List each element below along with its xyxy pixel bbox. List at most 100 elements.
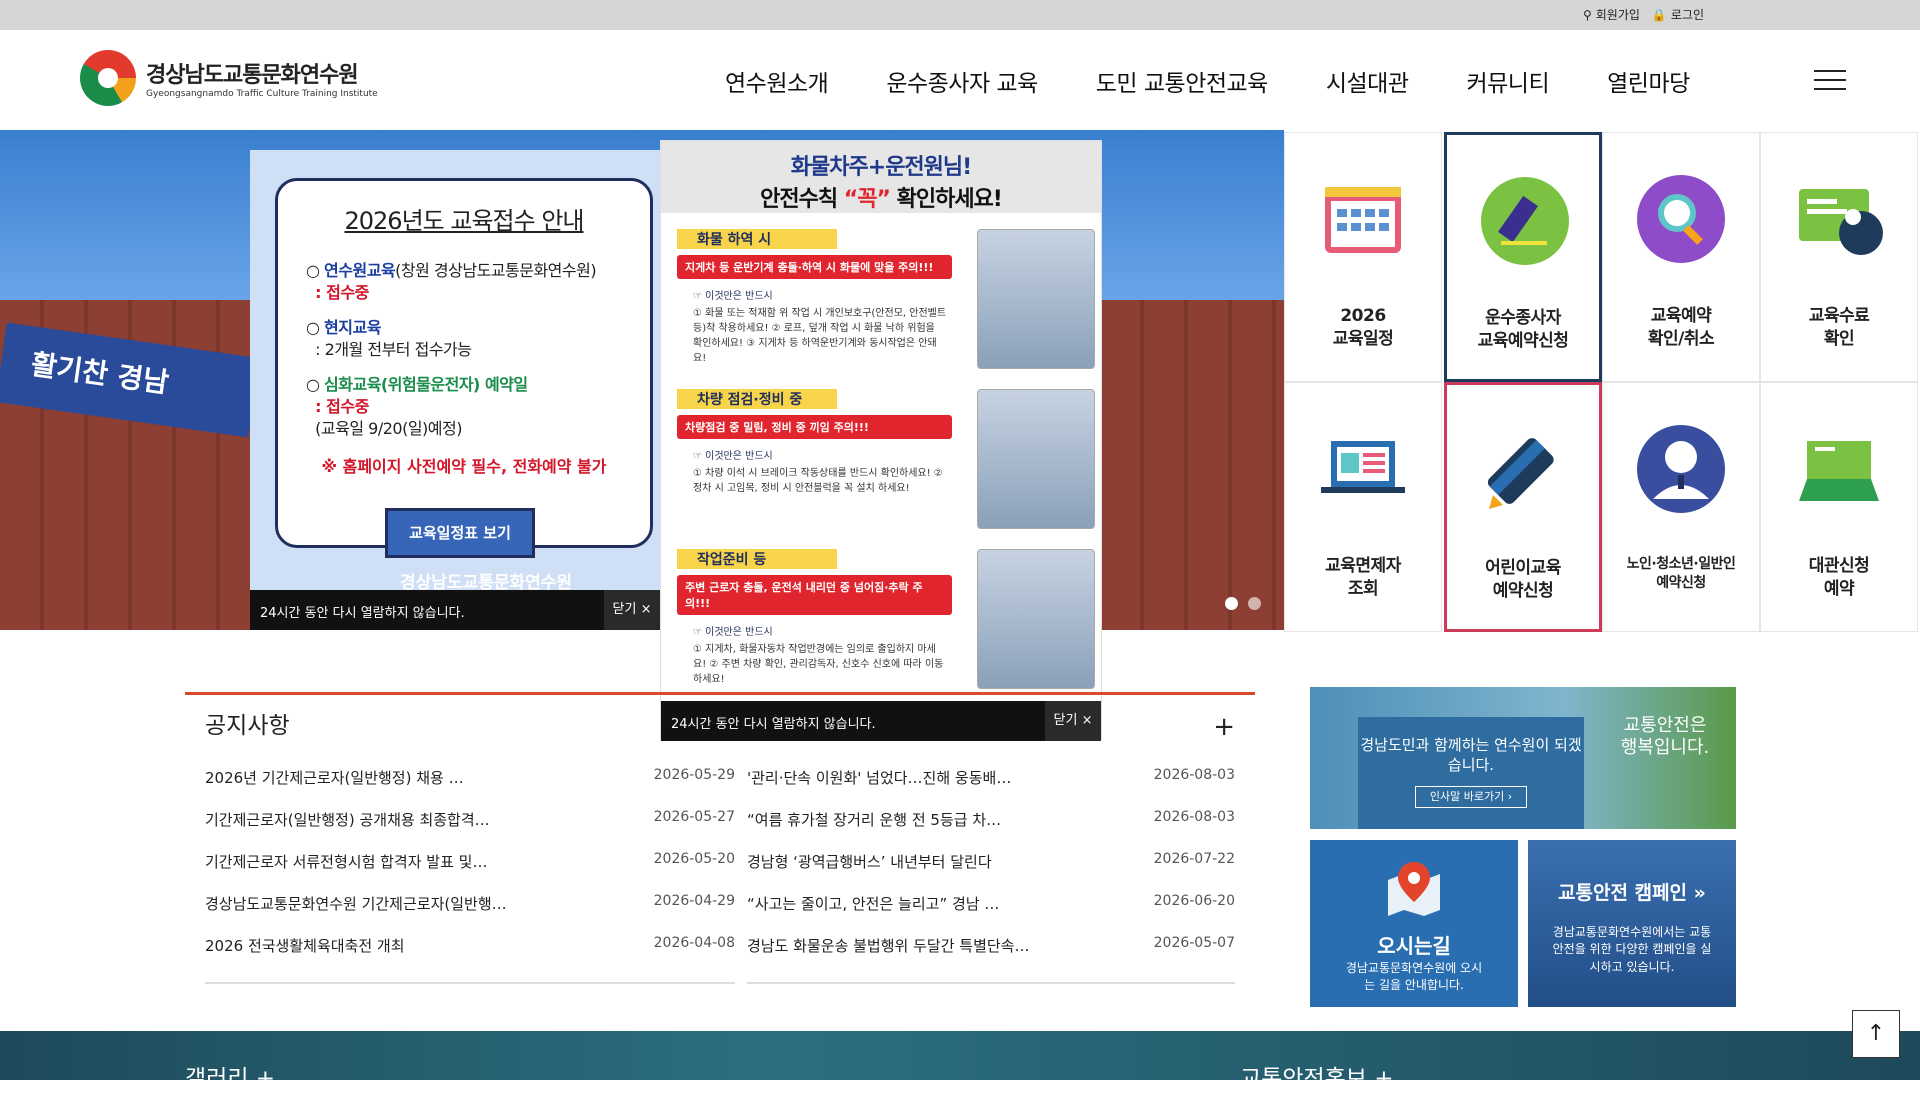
section2-illustration [977,389,1095,529]
site-header: 경상남도교통문화연수원 Gyeongsangnamdo Traffic Cult… [0,30,1920,130]
notice-card: 2026년도 교육접수 안내 ○ 연수원교육(창원 경상남도교통문화연수원) :… [275,178,653,548]
logo-subtitle: Gyeongsangnamdo Traffic Culture Training… [146,89,378,99]
directions-banner[interactable]: 오시는길 경남교통문화연수원에 오시는 길을 안내합니다. [1310,840,1518,1007]
tile-completion-check[interactable]: 교육수료 확인 [1760,132,1918,382]
head2-pre: 안전수칙 [760,187,844,212]
notice-list-right: '관리·단속 이원화' 넘었다…진해 웅동배… 2026-08-03 “여름 휴가… [747,767,1235,984]
tile-label: 교육면제자 조회 [1325,556,1401,599]
list-item[interactable]: 2026 전국생활체육대축전 개최 2026-04-08 [205,935,735,977]
tile-education-schedule[interactable]: 2026 교육일정 [1284,132,1442,382]
list-item[interactable]: 경남도 화물운송 불법행위 두달간 특별단속… 2026-05-07 [747,935,1235,977]
section3-illustration [977,549,1095,689]
item1-status: : 접수중 [315,282,369,302]
tile-label: 2026 교육일정 [1332,306,1394,349]
login-link[interactable]: 🔒 로그인 [1652,6,1704,23]
greeting-banner[interactable]: 경남도민과 함께하는 연수원이 되겠습니다. 인사말 바로가기 › 교통안전은 … [1310,687,1736,829]
nav-item-open-forum[interactable]: 열린마당 [1607,64,1690,98]
pencil-circle-icon [1481,177,1569,265]
section3-bar: 주변 근로자 충돌, 운전석 내리던 중 넘어짐·추락 주의!!! [677,575,952,615]
item-title: “여름 휴가철 장거리 운행 전 5등급 차… [747,811,1002,829]
popup1-hide-24h[interactable]: 24시간 동안 다시 열람하지 않습니다. [260,602,465,621]
list-item[interactable]: '관리·단속 이원화' 넘었다…진해 웅동배… 2026-08-03 [747,767,1235,809]
item-date: 2026-05-27 [653,809,735,825]
list-item[interactable]: 경상남도교통문화연수원 기간제근로자(일반행… 2026-04-29 [205,893,735,935]
item-date: 2026-04-08 [653,935,735,951]
slider-dot-1[interactable] [1225,597,1238,610]
calendar-icon [1325,187,1401,253]
main-nav: 연수원소개 운수종사자 교육 도민 교통안전교육 시설대관 커뮤니티 열린마당 [725,64,1748,98]
list-item[interactable]: 기간제근로자 서류전형시험 합격자 발표 및… 2026-05-20 [205,851,735,893]
campaign-title: 교통안전 캠페인 » [1558,882,1706,904]
list-item[interactable]: 기간제근로자(일반행정) 공개채용 최종합격… 2026-05-27 [205,809,735,851]
tile-driver-reservation[interactable]: 운수종사자 교육예약신청 [1444,132,1602,382]
item-title: 기간제근로자(일반행정) 공개채용 최종합격… [205,811,490,829]
item-title: “사고는 줄이고, 안전은 늘리고” 경남 … [747,895,1000,913]
top-utility-bar: ⚲ 회원가입 🔒 로그인 [0,0,1920,30]
gallery-section: 갤러리 + 교통안전홍보 + [0,1031,1920,1092]
join-label: 회원가입 [1595,8,1640,22]
notice-top-line [185,692,1255,695]
greeting-link-button[interactable]: 인사말 바로가기 › [1414,785,1528,809]
item-date: 2026-08-03 [1153,809,1235,825]
item-title: '관리·단속 이원화' 넘었다…진해 웅동배… [747,769,1012,787]
list-item[interactable]: 경남형 ‘광역급행버스’ 내년부터 달린다 2026-07-22 [747,851,1235,893]
list-item[interactable]: “여름 휴가철 장거리 운행 전 5등급 차… 2026-08-03 [747,809,1235,851]
notice-title[interactable]: 공지사항 [205,706,290,740]
section3-title: 작업준비 등 [677,549,897,569]
popup1-warning: ※ 홈페이지 사전예약 필수, 전화예약 불가 [321,457,607,477]
laptop-icon [1321,441,1405,493]
logo-title: 경상남도교통문화연수원 [146,63,359,88]
nav-item-facility-rental[interactable]: 시설대관 [1326,64,1409,98]
gallery-title[interactable]: 갤러리 + [185,1059,275,1093]
popup2-head1: 화물차주+운전원님! [790,155,972,180]
safety-section-3: 작업준비 등 주변 근로자 충돌, 운전석 내리던 중 넘어짐·추락 주의!!!… [677,549,1095,689]
campaign-sub: 경남교통문화연수원에서는 교통안전을 위한 다양한 캠페인을 실시하고 있습니다… [1552,925,1712,974]
nav-item-intro[interactable]: 연수원소개 [725,64,829,98]
popup1-close-button[interactable]: 닫기 × [604,590,660,630]
scroll-top-button[interactable]: ↑ [1852,1010,1900,1058]
nav-item-driver-education[interactable]: 운수종사자 교육 [886,64,1038,98]
section1-illustration [977,229,1095,369]
slider-dot-2[interactable] [1248,597,1261,610]
tile-label: 교육예약 확인/취소 [1647,306,1715,349]
greeting-box: 경남도민과 함께하는 연수원이 되겠습니다. 인사말 바로가기 › [1358,717,1584,829]
schedule-view-button[interactable]: 교육일정표 보기 [385,508,535,558]
item3-status: : 접수중 [315,396,369,416]
hamburger-menu-icon[interactable] [1814,70,1846,92]
site-logo[interactable]: 경상남도교통문화연수원 Gyeongsangnamdo Traffic Cult… [80,50,378,106]
logo-mark-icon [80,50,136,106]
tile-reservation-check[interactable]: 교육예약 확인/취소 [1602,132,1760,382]
head2-emph: “꼭” [843,187,891,212]
popup2-header: 화물차주+운전원님! 안전수칙 “꼭” 확인하세요! [661,141,1101,213]
item3-note: (교육일 9/20(일)예정) [315,418,462,438]
section1-body: ① 화물 또는 적재함 위 작업 시 개인보호구(안전모, 안전벨트 등)착 착… [693,308,947,364]
list-item[interactable]: “사고는 줄이고, 안전은 늘리고” 경남 … 2026-06-20 [747,893,1235,935]
notice-more-icon[interactable]: + [1213,712,1235,742]
tile-exemption-lookup[interactable]: 교육면제자 조회 [1284,382,1442,632]
list-item[interactable]: 2026년 기간제근로자(일반행정) 채용 … 2026-05-29 [205,767,735,809]
nav-item-citizen-safety[interactable]: 도민 교통안전교육 [1096,64,1269,98]
item-title: 2026 전국생활체육대축전 개최 [205,937,405,955]
item-title: 경남형 ‘광역급행버스’ 내년부터 달린다 [747,853,992,871]
tile-child-reservation[interactable]: 어린이교육 예약신청 [1444,382,1602,632]
tile-general-reservation[interactable]: 노인·청소년·일반인 예약신청 [1602,382,1760,632]
item-date: 2026-05-29 [653,767,735,783]
lock-icon: 🔒 [1651,7,1667,22]
tile-label: 노인·청소년·일반인 예약신청 [1626,556,1736,591]
folder-icon [1799,441,1879,501]
join-link[interactable]: ⚲ 회원가입 [1583,6,1640,23]
promo-title[interactable]: 교통안전홍보 + [1240,1059,1394,1093]
section3-body: ① 지게차, 화물자동차 작업반경에는 임의로 출입하지 마세요! ② 주변 차… [693,644,944,685]
item-date: 2026-05-07 [1153,935,1235,951]
map-pin-icon [1388,862,1440,916]
tile-facility-rental[interactable]: 대관신청 예약 [1760,382,1918,632]
campaign-banner[interactable]: 교통안전 캠페인 » 경남교통문화연수원에서는 교통안전을 위한 다양한 캠페인… [1528,840,1736,1007]
popup1-close-bar: 24시간 동안 다시 열람하지 않습니다. 닫기 × [250,590,660,630]
item3-label: 심화교육(위험물운전자) 예약일 [324,375,528,395]
popup1-item-2: ○ 현지교육 : 2개월 전부터 접수가능 [306,318,472,359]
tile-label: 교육수료 확인 [1808,306,1870,349]
popup2-head2: 안전수칙 “꼭” 확인하세요! [661,181,1101,213]
nav-item-community[interactable]: 커뮤니티 [1466,64,1549,98]
notice-list-left: 2026년 기간제근로자(일반행정) 채용 … 2026-05-29 기간제근로자… [205,767,735,984]
item-title: 경상남도교통문화연수원 기간제근로자(일반행… [205,895,507,913]
